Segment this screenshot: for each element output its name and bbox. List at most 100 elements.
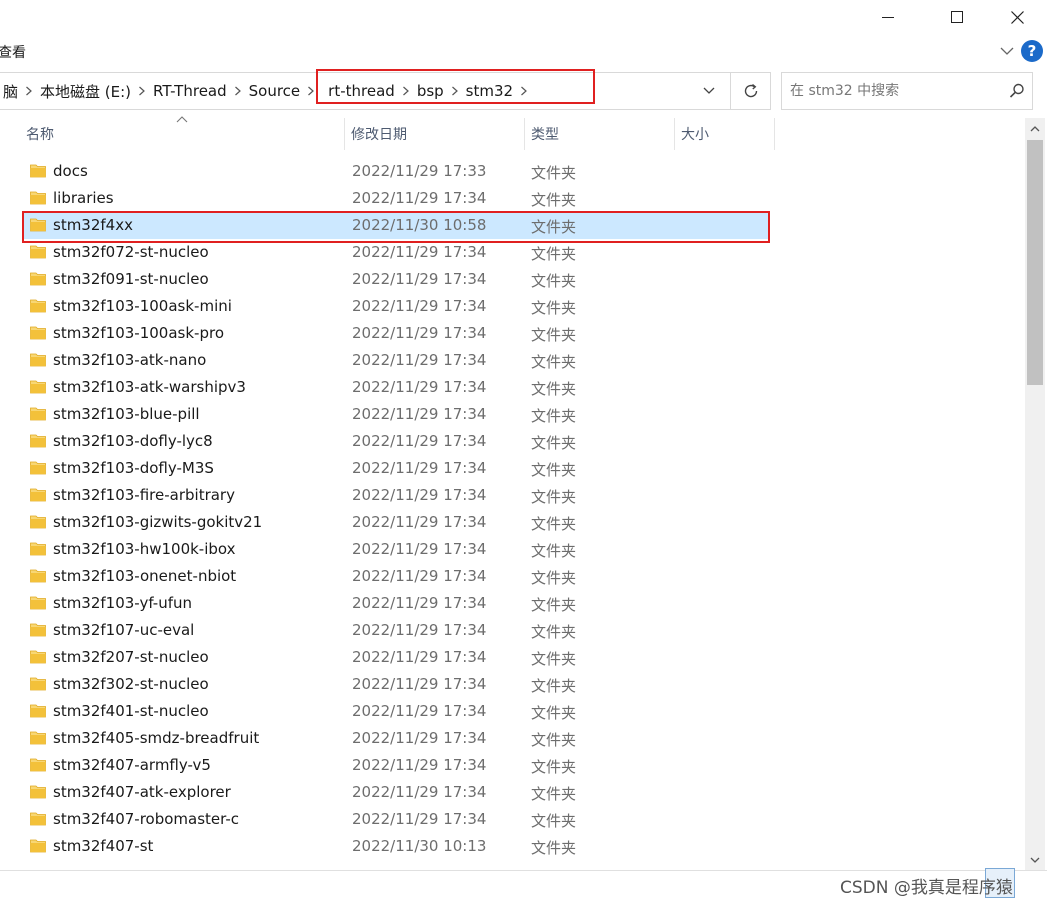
file-modified-date: 2022/11/30 10:13: [352, 837, 487, 855]
file-name: stm32f207-st-nucleo: [53, 648, 209, 666]
file-name: stm32f103-fire-arbitrary: [53, 486, 235, 504]
breadcrumb-item-drive-e[interactable]: 本地磁盘 (E:): [36, 81, 135, 102]
file-type: 文件夹: [531, 326, 577, 344]
file-row[interactable]: stm32f103-100ask-pro 2022/11/29 17:34 文件…: [24, 320, 770, 347]
file-row[interactable]: stm32f405-smdz-breadfruit 2022/11/29 17:…: [24, 725, 770, 752]
file-row[interactable]: stm32f103-100ask-mini 2022/11/29 17:34 文…: [24, 293, 770, 320]
folder-icon: [30, 353, 46, 367]
file-row[interactable]: stm32f103-onenet-nbiot 2022/11/29 17:34 …: [24, 563, 770, 590]
maximize-button[interactable]: [934, 0, 980, 34]
file-row[interactable]: stm32f407-armfly-v5 2022/11/29 17:34 文件夹: [24, 752, 770, 779]
chevron-right-icon[interactable]: [304, 86, 318, 96]
address-bar[interactable]: 脑 本地磁盘 (E:) RT-Thread Source rt-thread b…: [0, 72, 771, 110]
refresh-icon: [744, 83, 757, 98]
folder-icon: [30, 677, 46, 691]
file-type: 文件夹: [531, 353, 577, 371]
maximize-icon: [951, 11, 963, 23]
chevron-right-icon[interactable]: [448, 86, 462, 96]
breadcrumb-item-rt-thread[interactable]: rt-thread: [318, 82, 399, 100]
file-row[interactable]: stm32f103-dofly-lyc8 2022/11/29 17:34 文件…: [24, 428, 770, 455]
file-name: stm32f103-100ask-pro: [53, 324, 224, 342]
file-row[interactable]: stm32f4xx 2022/11/30 10:58 文件夹: [24, 212, 770, 239]
file-row[interactable]: docs 2022/11/29 17:33 文件夹: [24, 158, 770, 185]
file-row[interactable]: stm32f401-st-nucleo 2022/11/29 17:34 文件夹: [24, 698, 770, 725]
file-type: 文件夹: [531, 785, 577, 803]
file-row[interactable]: stm32f072-st-nucleo 2022/11/29 17:34 文件夹: [24, 239, 770, 266]
chevron-right-icon[interactable]: [135, 86, 149, 96]
file-type: 文件夹: [531, 164, 577, 182]
close-icon: [1010, 10, 1024, 24]
scroll-up-button[interactable]: [1025, 118, 1045, 138]
column-header-size[interactable]: 大小: [675, 118, 775, 150]
file-row[interactable]: libraries 2022/11/29 17:34 文件夹: [24, 185, 770, 212]
folder-icon: [30, 461, 46, 475]
file-modified-date: 2022/11/29 17:34: [352, 567, 487, 585]
file-modified-date: 2022/11/29 17:34: [352, 459, 487, 477]
file-type: 文件夹: [531, 515, 577, 533]
chevron-down-icon[interactable]: [998, 42, 1016, 60]
file-row[interactable]: stm32f302-st-nucleo 2022/11/29 17:34 文件夹: [24, 671, 770, 698]
folder-icon: [30, 326, 46, 340]
file-name: stm32f103-yf-ufun: [53, 594, 193, 612]
file-modified-date: 2022/11/29 17:34: [352, 810, 487, 828]
file-type: 文件夹: [531, 272, 577, 290]
file-row[interactable]: stm32f103-gizwits-gokitv21 2022/11/29 17…: [24, 509, 770, 536]
file-row[interactable]: stm32f091-st-nucleo 2022/11/29 17:34 文件夹: [24, 266, 770, 293]
folder-icon: [30, 245, 46, 259]
chevron-right-icon[interactable]: [231, 86, 245, 96]
file-type: 文件夹: [531, 758, 577, 776]
column-header-name[interactable]: 名称: [20, 118, 345, 150]
folder-icon: [30, 731, 46, 745]
vertical-scrollbar[interactable]: [1025, 118, 1045, 870]
scrollbar-thumb[interactable]: [1027, 140, 1043, 385]
search-input[interactable]: [790, 81, 1000, 101]
file-row[interactable]: stm32f407-st 2022/11/30 10:13 文件夹: [24, 833, 770, 860]
breadcrumb-item-rt-thread-root[interactable]: RT-Thread: [149, 82, 231, 100]
file-row[interactable]: stm32f107-uc-eval 2022/11/29 17:34 文件夹: [24, 617, 770, 644]
file-row[interactable]: stm32f207-st-nucleo 2022/11/29 17:34 文件夹: [24, 644, 770, 671]
file-type: 文件夹: [531, 461, 577, 479]
chevron-right-icon[interactable]: [22, 86, 36, 96]
file-modified-date: 2022/11/29 17:34: [352, 189, 487, 207]
breadcrumb-item-source[interactable]: Source: [245, 82, 305, 100]
file-modified-date: 2022/11/29 17:34: [352, 432, 487, 450]
file-row[interactable]: stm32f103-hw100k-ibox 2022/11/29 17:34 文…: [24, 536, 770, 563]
address-history-dropdown-icon[interactable]: [699, 82, 719, 100]
folder-icon: [30, 758, 46, 772]
breadcrumb-item-pc[interactable]: 脑: [0, 81, 22, 102]
file-row[interactable]: stm32f103-yf-ufun 2022/11/29 17:34 文件夹: [24, 590, 770, 617]
close-button[interactable]: [994, 0, 1040, 34]
file-row[interactable]: stm32f103-blue-pill 2022/11/29 17:34 文件夹: [24, 401, 770, 428]
file-row[interactable]: stm32f103-fire-arbitrary 2022/11/29 17:3…: [24, 482, 770, 509]
scroll-down-button[interactable]: [1025, 850, 1045, 870]
file-type: 文件夹: [531, 812, 577, 830]
file-type: 文件夹: [531, 488, 577, 506]
column-header-date[interactable]: 修改日期: [345, 118, 525, 150]
column-header-type[interactable]: 类型: [525, 118, 675, 150]
file-type: 文件夹: [531, 245, 577, 263]
column-header-row: 名称 修改日期 类型 大小: [0, 116, 1025, 150]
chevron-right-icon[interactable]: [399, 86, 413, 96]
file-row[interactable]: stm32f407-atk-explorer 2022/11/29 17:34 …: [24, 779, 770, 806]
folder-icon: [30, 542, 46, 556]
refresh-button[interactable]: [730, 72, 771, 110]
file-row[interactable]: stm32f103-dofly-M3S 2022/11/29 17:34 文件夹: [24, 455, 770, 482]
file-modified-date: 2022/11/29 17:34: [352, 351, 487, 369]
file-row[interactable]: stm32f103-atk-warshipv3 2022/11/29 17:34…: [24, 374, 770, 401]
file-row[interactable]: stm32f407-robomaster-c 2022/11/29 17:34 …: [24, 806, 770, 833]
chevron-right-icon[interactable]: [517, 86, 531, 96]
scroll-up-icon: [1030, 125, 1040, 131]
file-modified-date: 2022/11/30 10:58: [352, 216, 487, 234]
breadcrumb-item-stm32[interactable]: stm32: [462, 82, 517, 100]
breadcrumb-item-bsp[interactable]: bsp: [413, 82, 448, 100]
file-name: stm32f103-atk-warshipv3: [53, 378, 246, 396]
search-icon[interactable]: [1008, 82, 1026, 100]
file-modified-date: 2022/11/29 17:34: [352, 648, 487, 666]
file-list: docs 2022/11/29 17:33 文件夹 libraries 2022…: [0, 158, 1025, 870]
help-icon[interactable]: ?: [1021, 40, 1043, 62]
folder-icon: [30, 812, 46, 826]
file-row[interactable]: stm32f103-atk-nano 2022/11/29 17:34 文件夹: [24, 347, 770, 374]
file-type: 文件夹: [531, 839, 577, 857]
tab-view[interactable]: 查看: [0, 42, 26, 62]
minimize-button[interactable]: [865, 0, 911, 34]
